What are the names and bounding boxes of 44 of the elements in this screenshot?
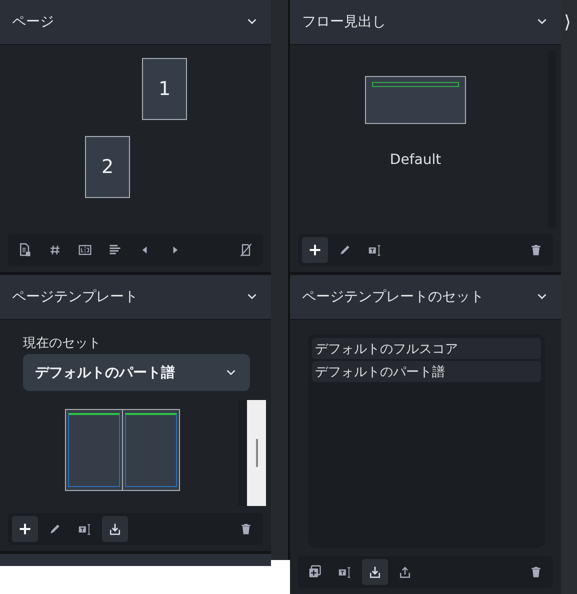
pencil-icon — [48, 522, 62, 536]
align-left-icon — [108, 243, 122, 257]
chevron-down-icon[interactable] — [535, 292, 549, 302]
heading-thumbnail[interactable] — [365, 76, 466, 124]
import-icon — [108, 522, 122, 536]
panel-title: フロー見出し — [302, 13, 387, 31]
page-info-icon — [18, 243, 32, 257]
page-slash-icon — [239, 243, 253, 257]
import-button[interactable] — [102, 516, 128, 542]
page-thumbnail[interactable]: 2 — [85, 136, 130, 198]
heading-name: Default — [390, 152, 442, 168]
trash-icon — [529, 565, 543, 579]
text-frame-icon — [338, 565, 352, 579]
list-item[interactable]: デフォルトのフルスコア — [312, 338, 541, 359]
panel-title: ページテンプレートのセット — [302, 288, 485, 306]
hash-icon — [48, 243, 62, 257]
panel-title: ページテンプレート — [12, 288, 139, 306]
export-icon — [398, 565, 412, 579]
scrollbar[interactable] — [247, 400, 266, 506]
chevron-down-icon[interactable] — [245, 17, 259, 27]
scrollbar-track[interactable] — [238, 400, 246, 506]
trash-icon — [529, 243, 543, 257]
import-button[interactable] — [362, 559, 388, 585]
stacked-plus-icon — [308, 565, 322, 579]
add-button[interactable] — [302, 237, 328, 263]
chevron-down-icon[interactable] — [245, 292, 259, 302]
pencil-icon — [338, 243, 352, 257]
template-set-dropdown[interactable]: デフォルトのパート譜 — [23, 354, 250, 391]
text-frame-icon — [78, 522, 92, 536]
template-thumbnail[interactable] — [65, 409, 180, 491]
list-item[interactable]: デフォルトのパート譜 — [312, 361, 541, 382]
chevron-down-icon — [224, 368, 238, 378]
add-button[interactable] — [12, 516, 38, 542]
text-frame-icon — [368, 243, 382, 257]
field-label: 現在のセット — [23, 335, 101, 352]
expand-glyph[interactable]: ⟩ — [564, 12, 572, 33]
page-thumbnail[interactable]: 1 — [142, 58, 187, 120]
trash-icon — [239, 522, 253, 536]
plus-icon — [308, 243, 322, 257]
panel-title: ページ — [12, 13, 55, 31]
import-icon — [368, 565, 382, 579]
chevron-down-icon[interactable] — [535, 17, 549, 27]
plus-icon — [18, 522, 32, 536]
two-page-icon — [78, 243, 92, 257]
